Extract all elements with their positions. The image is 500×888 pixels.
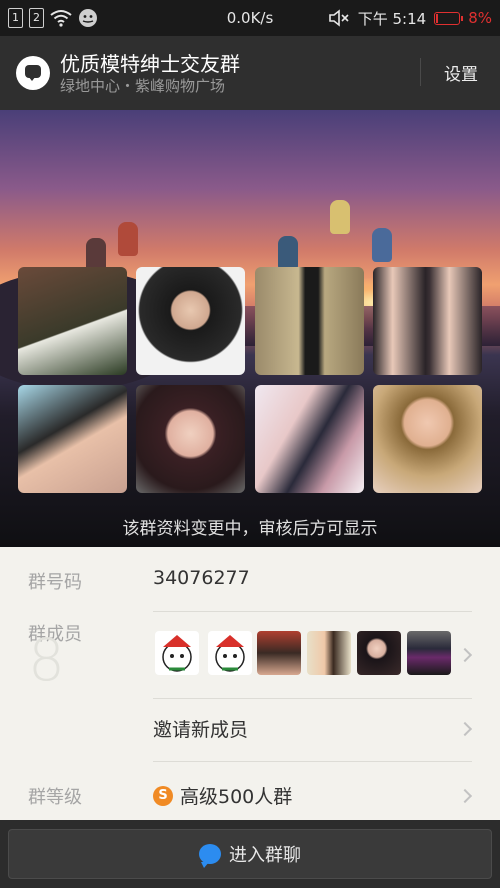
- member-photo[interactable]: [373, 267, 482, 375]
- status-bar: 1 2 0.0K/s 下午 5:14 8%: [0, 0, 500, 36]
- group-location: 绿地中心・紫峰购物广场: [60, 77, 226, 95]
- group-info-list: 群号码 34076277 群成员 8 邀请新成员 群等级 S 高级500人群: [0, 547, 500, 820]
- group-id-value: 34076277: [153, 567, 250, 589]
- member-photo[interactable]: [18, 267, 127, 375]
- banner-figure: [118, 222, 138, 256]
- member-photo[interactable]: [373, 385, 482, 493]
- banner-figure: [278, 236, 298, 270]
- invite-row[interactable]: 邀请新成员: [0, 699, 500, 761]
- notification-face-icon: [79, 9, 97, 27]
- member-photo[interactable]: [18, 385, 127, 493]
- chat-bubble-icon: [199, 844, 221, 868]
- banner-figure: [330, 200, 350, 234]
- level-row[interactable]: 群等级 S 高级500人群: [0, 762, 500, 820]
- members-count: 8: [28, 626, 65, 694]
- bottom-bar: 进入群聊: [0, 820, 500, 888]
- members-row[interactable]: 群成员 8: [0, 612, 500, 698]
- chevron-right-icon: [457, 647, 473, 663]
- chevron-right-icon: [457, 788, 473, 804]
- group-name: 优质模特绅士交友群: [60, 52, 240, 76]
- settings-button[interactable]: 设置: [444, 60, 478, 85]
- member-photo[interactable]: [136, 267, 245, 375]
- sim-1-icon: 1: [8, 8, 23, 28]
- enter-group-chat-button[interactable]: 进入群聊: [8, 829, 492, 879]
- member-photo[interactable]: [255, 267, 364, 375]
- member-avatar: [257, 631, 301, 675]
- group-profile-screen: 1 2 0.0K/s 下午 5:14 8% 优质模特绅士交友群 绿地中心・紫峰购…: [0, 0, 500, 888]
- group-id-label: 群号码: [28, 572, 82, 593]
- battery-level: [436, 13, 439, 23]
- chat-group-icon: [16, 56, 50, 90]
- member-avatar: [155, 631, 199, 675]
- enter-group-chat-label: 进入群聊: [229, 845, 301, 866]
- group-banner: 该群资料变更中，审核后方可显示: [0, 110, 500, 547]
- member-avatar: [208, 631, 252, 675]
- member-avatar: [357, 631, 401, 675]
- wifi-icon: [50, 10, 72, 27]
- member-avatar: [307, 631, 351, 675]
- level-value: 高级500人群: [180, 786, 293, 808]
- battery-icon: [434, 11, 464, 25]
- level-badge-icon: S: [153, 786, 173, 806]
- mute-icon: [328, 9, 349, 27]
- chevron-right-icon: [457, 721, 473, 737]
- header-divider: [420, 58, 421, 86]
- invite-label: 邀请新成员: [153, 719, 249, 741]
- battery-percent: 8%: [468, 9, 492, 27]
- member-avatar: [407, 631, 451, 675]
- level-label: 群等级: [28, 787, 82, 808]
- banner-figure: [372, 228, 392, 262]
- member-photo[interactable]: [255, 385, 364, 493]
- clock: 下午 5:14: [357, 9, 427, 28]
- sim-2-icon: 2: [29, 8, 44, 28]
- review-notice: 该群资料变更中，审核后方可显示: [122, 519, 378, 539]
- member-photo[interactable]: [136, 385, 245, 493]
- header: 优质模特绅士交友群 绿地中心・紫峰购物广场 设置: [0, 36, 500, 110]
